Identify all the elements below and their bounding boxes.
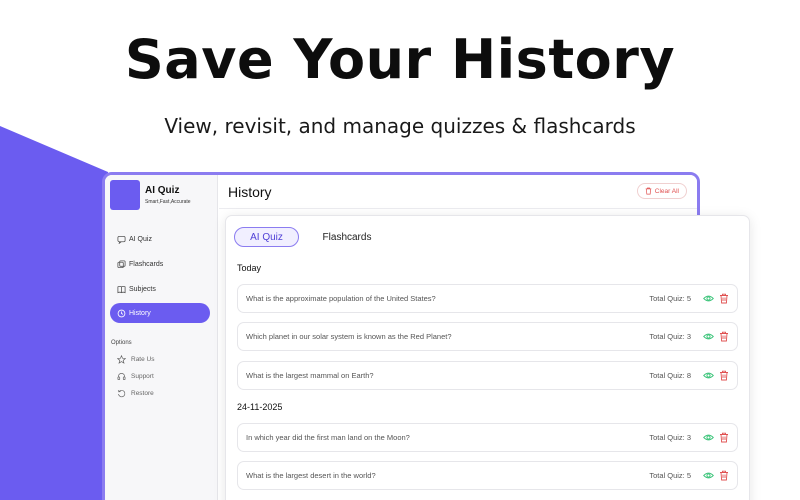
trash-icon [645, 187, 652, 195]
clear-all-button[interactable]: Clear All [636, 183, 687, 199]
option-label: Support [131, 373, 154, 380]
sidebar-item-history[interactable]: History [110, 303, 210, 323]
history-question: What is the approximate population of th… [246, 294, 436, 303]
history-question: Which planet in our solar system is know… [246, 332, 452, 341]
hero-subtitle: View, revisit, and manage quizzes & flas… [164, 114, 636, 138]
headset-icon [117, 372, 126, 381]
sidebar-item-label: History [129, 309, 151, 317]
sidebar-item-flashcards[interactable]: Flashcards [110, 254, 210, 274]
option-rate-us[interactable]: Rate Us [117, 355, 154, 364]
clear-all-label: Clear All [654, 187, 679, 195]
history-question: What is the largest mammal on Earth? [246, 371, 374, 380]
options-heading: Options [111, 340, 132, 346]
history-question: What is the largest desert in the world? [246, 471, 376, 480]
trash-icon[interactable] [719, 370, 729, 381]
history-count: Total Quiz: 5 [649, 294, 691, 303]
history-row[interactable]: In which year did the first man land on … [237, 423, 738, 452]
history-count: Total Quiz: 8 [649, 371, 691, 380]
history-question: In which year did the first man land on … [246, 433, 410, 442]
option-support[interactable]: Support [117, 372, 154, 381]
eye-icon[interactable] [703, 293, 714, 304]
group-label: 24-11-2025 [237, 402, 283, 412]
app-tagline: Smart,Fast,Accurate [145, 199, 191, 205]
sidebar-item-label: AI Quiz [129, 235, 152, 243]
trash-icon[interactable] [719, 331, 729, 342]
history-row[interactable]: What is the approximate population of th… [237, 284, 738, 313]
eye-icon[interactable] [703, 331, 714, 342]
chat-icon [117, 235, 126, 244]
restore-icon [117, 389, 126, 398]
sidebar-item-label: Flashcards [129, 260, 164, 268]
main-header: History Clear All [219, 175, 697, 209]
sidebar-item-subjects[interactable]: Subjects [110, 279, 210, 299]
trash-icon[interactable] [719, 470, 729, 481]
clock-icon [117, 309, 126, 318]
tab-ai-quiz[interactable]: AI Quiz [234, 227, 299, 247]
eye-icon[interactable] [703, 470, 714, 481]
star-icon [117, 355, 126, 364]
option-label: Restore [131, 390, 154, 397]
app-name: AI Quiz [145, 185, 180, 196]
history-row[interactable]: What is the largest mammal on Earth? Tot… [237, 361, 738, 390]
history-card: AI Quiz Flashcards Today What is the app… [225, 215, 750, 500]
trash-icon[interactable] [719, 432, 729, 443]
hero-title: Save Your History [124, 28, 676, 91]
sidebar-item-label: Subjects [129, 285, 156, 293]
option-label: Rate Us [131, 356, 155, 363]
eye-icon[interactable] [703, 370, 714, 381]
cards-icon [117, 259, 126, 269]
history-row[interactable]: What is the largest desert in the world?… [237, 461, 738, 490]
history-row[interactable]: Which planet in our solar system is know… [237, 322, 738, 351]
trash-icon[interactable] [719, 293, 729, 304]
eye-icon[interactable] [703, 432, 714, 443]
history-count: Total Quiz: 3 [649, 332, 691, 341]
page-title: History [228, 184, 272, 200]
group-label: Today [237, 263, 262, 273]
sidebar: AI Quiz Smart,Fast,Accurate AI Quiz Flas… [105, 175, 218, 500]
history-count: Total Quiz: 3 [649, 433, 691, 442]
sidebar-item-ai-quiz[interactable]: AI Quiz [110, 229, 210, 249]
history-count: Total Quiz: 5 [649, 471, 691, 480]
book-icon [117, 285, 126, 294]
app-logo [110, 180, 140, 210]
option-restore[interactable]: Restore [117, 389, 154, 398]
tab-flashcards[interactable]: Flashcards [308, 227, 386, 247]
